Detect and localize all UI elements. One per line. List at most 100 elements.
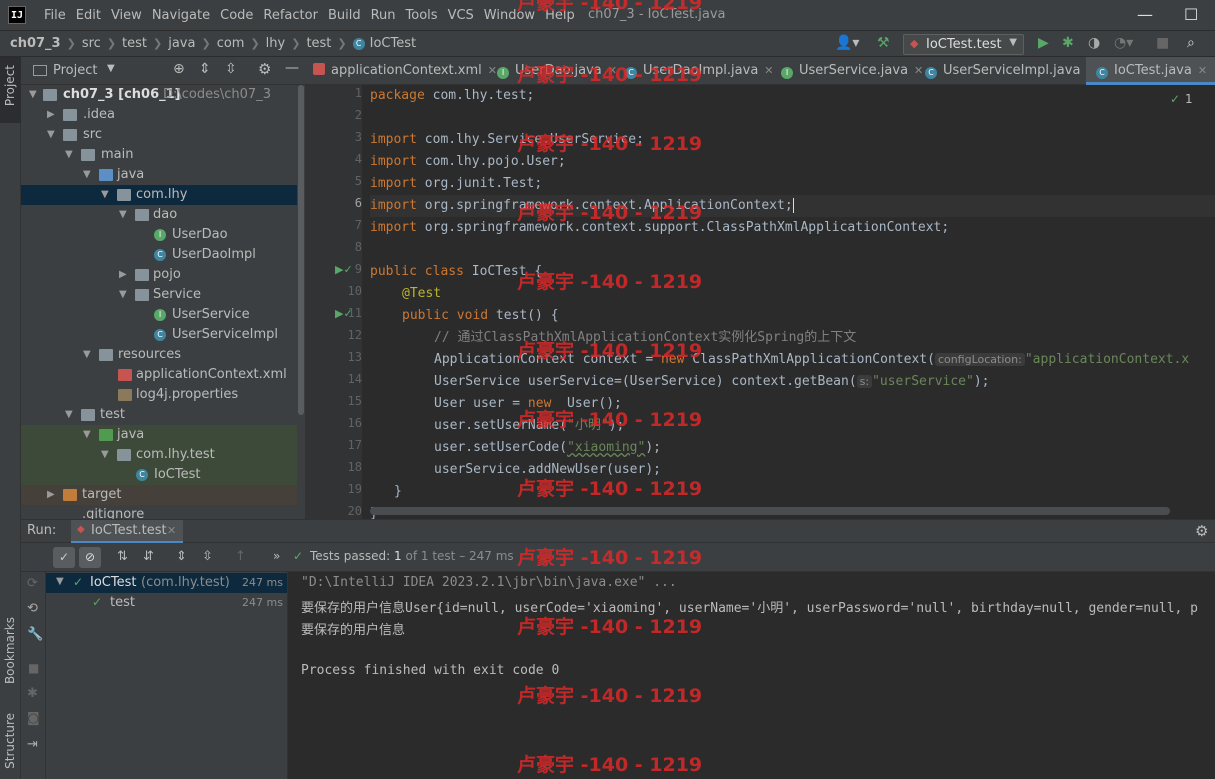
tree-item-src[interactable]: ▼ src	[21, 125, 305, 145]
code-line-current[interactable]: import org.springframework.context.Appli…	[370, 195, 1215, 217]
tree-item-ioctest[interactable]: C IoCTest	[21, 465, 305, 485]
run-method-gutter-icon[interactable]: ▶✓	[335, 307, 353, 320]
previous-test-icon[interactable]: ↑	[235, 549, 246, 564]
tree-item-com-lhy[interactable]: ▼ com.lhy	[21, 185, 305, 205]
run-icon[interactable]: ▶	[1038, 35, 1049, 51]
project-view-title[interactable]: Project	[53, 63, 97, 78]
tree-item-gitignore[interactable]: .gitignore	[21, 505, 305, 519]
breadcrumb-src[interactable]: src	[82, 36, 101, 51]
user-icon[interactable]: 👤▾	[835, 35, 859, 51]
expand-all-icon[interactable]: ⇕	[176, 549, 187, 564]
tab-applicationcontext-xml[interactable]: applicationContext.xml ✕	[313, 57, 497, 85]
close-icon[interactable]: ✕	[1198, 64, 1207, 77]
build-hammer-icon[interactable]: ⚒	[877, 35, 890, 51]
show-ignored-icon[interactable]: ⊘	[79, 547, 101, 568]
tab-ioctest[interactable]: C IoCTest.java ✕	[1086, 57, 1215, 85]
structure-tool-label[interactable]: Structure	[3, 713, 17, 769]
code-line[interactable]: import org.junit.Test;	[370, 173, 542, 195]
debug-icon[interactable]: ✱	[1062, 35, 1074, 51]
menu-tools[interactable]: Tools	[406, 8, 438, 23]
menu-view[interactable]: View	[111, 8, 142, 23]
tree-item-pojo[interactable]: ▶ pojo	[21, 265, 305, 285]
test-node-class[interactable]: ▼ ✓ IoCTest (com.lhy.test) 247 ms	[46, 573, 287, 593]
menu-run[interactable]: Run	[371, 8, 396, 23]
close-icon[interactable]: ✕	[914, 64, 923, 77]
coverage-icon[interactable]: ◑	[1088, 35, 1100, 51]
tree-item-userserviceimpl[interactable]: C UserServiceImpl	[21, 325, 305, 345]
menu-navigate[interactable]: Navigate	[152, 8, 210, 23]
breadcrumb-class[interactable]: IoCTest	[370, 36, 416, 51]
code-line[interactable]: public void test() {	[402, 305, 559, 327]
sort-alpha-icon[interactable]: ⇅	[117, 549, 128, 564]
menu-file[interactable]: File	[44, 8, 66, 23]
scroll-thumb[interactable]	[298, 85, 304, 415]
menu-build[interactable]: Build	[328, 8, 361, 23]
expand-all-icon[interactable]: ⇕	[199, 61, 211, 77]
gear-icon[interactable]: ⚙	[258, 60, 271, 78]
tree-item-userdao[interactable]: I UserDao	[21, 225, 305, 245]
run-tab[interactable]: ◆ IoCTest.test ✕	[71, 520, 183, 543]
tab-userservice[interactable]: I UserService.java ✕	[781, 57, 923, 85]
close-icon[interactable]: ✕	[167, 524, 176, 537]
tree-item-root[interactable]: ▼ ch07_3 [ch06_1] D:\codes\ch07_3	[21, 85, 305, 105]
menu-vcs[interactable]: VCS	[448, 8, 474, 23]
test-node-method[interactable]: ✓ test 247 ms	[46, 593, 287, 613]
menu-refactor[interactable]: Refactor	[263, 8, 318, 23]
breadcrumb-java[interactable]: java	[168, 36, 195, 51]
run-config-select[interactable]: ◆ IoCTest.test ▼	[903, 34, 1024, 55]
debug-icon[interactable]: ✱	[27, 686, 38, 701]
tree-item-appcontext-xml[interactable]: applicationContext.xml	[21, 365, 305, 385]
tree-item-service[interactable]: ▼ Service	[21, 285, 305, 305]
stop-icon[interactable]: ■	[1156, 35, 1169, 51]
console-output[interactable]: "D:\IntelliJ IDEA 2023.2.1\jbr\bin\java.…	[289, 572, 1215, 779]
rerun-failed-icon[interactable]: ⟳	[27, 576, 38, 591]
bookmarks-tool-label[interactable]: Bookmarks	[3, 617, 17, 684]
locate-icon[interactable]: ⊕	[173, 61, 185, 77]
breadcrumb-lhy[interactable]: lhy	[266, 36, 286, 51]
code-line[interactable]: user.setUserCode("xiaoming");	[434, 437, 661, 459]
maximize-icon[interactable]: ☐	[1184, 5, 1198, 24]
search-icon[interactable]: ⌕	[1187, 35, 1195, 51]
tree-item-userservice[interactable]: I UserService	[21, 305, 305, 325]
tree-item-main-java[interactable]: ▼ java	[21, 165, 305, 185]
tree-item-userdaoimpl[interactable]: C UserDaoImpl	[21, 245, 305, 265]
close-icon[interactable]: ✕	[488, 64, 497, 77]
breadcrumb-test-pkg[interactable]: test	[306, 36, 331, 51]
horizontal-scrollbar[interactable]	[370, 507, 1170, 515]
tree-item-target[interactable]: ▶ target	[21, 485, 305, 505]
tab-userserviceimpl[interactable]: CUserServiceImpl.java✕	[925, 57, 1096, 85]
code-line[interactable]: @Test	[402, 283, 441, 305]
close-icon[interactable]: ✕	[764, 64, 773, 77]
code-line[interactable]: UserService userService=(UserService) co…	[434, 371, 989, 393]
toggle-autotest-icon[interactable]: ⟲	[27, 601, 38, 616]
show-passed-icon[interactable]: ✓	[53, 547, 75, 568]
breadcrumb-test[interactable]: test	[122, 36, 147, 51]
tree-item-test-java[interactable]: ▼ java	[21, 425, 305, 445]
tree-item-main[interactable]: ▼ main	[21, 145, 305, 165]
menu-edit[interactable]: Edit	[76, 8, 101, 23]
tree-item-dao[interactable]: ▼ dao	[21, 205, 305, 225]
tree-item-idea[interactable]: ▶ .idea	[21, 105, 305, 125]
tree-item-log4j[interactable]: log4j.properties	[21, 385, 305, 405]
chevron-down-icon[interactable]: ▼	[107, 63, 115, 74]
wrench-icon[interactable]: 🔧	[27, 627, 43, 642]
tree-item-com-lhy-test[interactable]: ▼ com.lhy.test	[21, 445, 305, 465]
exit-icon[interactable]: ⇥	[27, 737, 38, 752]
stop-icon[interactable]: ■	[28, 661, 39, 675]
project-scrollbar[interactable]	[297, 85, 305, 519]
sort-duration-icon[interactable]: ⇵	[143, 549, 154, 564]
run-class-gutter-icon[interactable]: ▶✓	[335, 263, 353, 276]
code-line[interactable]: package com.lhy.test;	[370, 85, 534, 107]
menu-code[interactable]: Code	[220, 8, 253, 23]
tree-item-resources[interactable]: ▼ resources	[21, 345, 305, 365]
hide-icon[interactable]: —	[285, 60, 299, 76]
minimize-icon[interactable]: —	[1137, 5, 1153, 24]
project-tool-button[interactable]: Project	[0, 57, 21, 123]
gear-icon[interactable]: ⚙	[1195, 522, 1208, 540]
profile-icon[interactable]: ◔▾	[1114, 35, 1133, 51]
more-icon[interactable]: »	[273, 549, 280, 563]
breadcrumb-project[interactable]: ch07_3	[10, 36, 61, 51]
camera-icon[interactable]: ◙	[27, 711, 40, 726]
tree-item-test[interactable]: ▼ test	[21, 405, 305, 425]
collapse-all-icon[interactable]: ⇳	[225, 61, 237, 77]
